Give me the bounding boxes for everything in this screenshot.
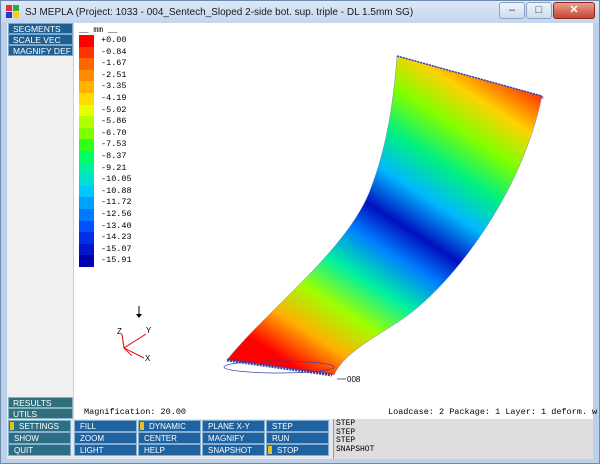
color-legend-bar — [79, 35, 94, 267]
legend-swatch — [79, 127, 94, 140]
color-legend-labels: +0.00 -0.84 -1.67 -2.51 -3.35 -4.19 -5.02 -5.86… — [101, 35, 132, 267]
magnification-text: Magnification: 20.00 — [84, 407, 187, 417]
legend-swatch — [79, 232, 94, 244]
legend-swatch — [79, 150, 94, 163]
legend-swatch — [79, 46, 94, 59]
app-window: SJ MEPLA (Project: 1033 - 004_Sentech_Sl… — [0, 0, 600, 464]
legend-swatch — [79, 69, 94, 82]
legend-swatch — [79, 162, 94, 175]
legend-value: -13.40 — [101, 220, 132, 231]
magnify-def-button[interactable]: MAGNIFY DEF — [8, 45, 73, 56]
legend-value: -1.67 — [101, 58, 127, 69]
app-logo-icon — [6, 5, 20, 19]
legend-swatch — [79, 243, 94, 256]
toolbar-col-0: SETTINGS SHOW QUIT — [7, 419, 74, 459]
legend-swatch — [79, 139, 94, 151]
legend-value: -9.21 — [101, 162, 127, 173]
fill-button[interactable]: FILL — [74, 420, 137, 432]
step-button[interactable]: STEP — [266, 420, 329, 432]
legend-value: -0.84 — [101, 46, 127, 57]
legend-swatch — [79, 208, 94, 221]
legend-swatch — [79, 197, 94, 209]
left-menu: SEGMENTS SCALE VEC MAGNIFY DEF RESULTS U… — [7, 23, 74, 419]
settings-button[interactable]: SETTINGS — [8, 420, 71, 432]
utils-button[interactable]: UTILS — [8, 408, 73, 419]
results-button[interactable]: RESULTS — [8, 397, 73, 408]
legend-value: -15.07 — [101, 243, 132, 254]
legend-swatch — [79, 58, 94, 70]
window-controls: – □ ✕ — [499, 2, 595, 19]
legend-value: -6.70 — [101, 127, 127, 138]
legend-swatch — [79, 220, 94, 233]
legend-value: +0.00 — [101, 35, 127, 45]
segments-button[interactable]: SEGMENTS — [8, 23, 73, 34]
legend-value: -8.37 — [101, 150, 127, 161]
log-line: SNAPSHOT — [336, 444, 375, 454]
loadcase-text: Loadcase: 2 Package: 1 Layer: 1 deform. … — [388, 407, 598, 417]
legend-swatch — [79, 255, 94, 267]
magnify-button[interactable]: MAGNIFY — [202, 432, 265, 444]
node-label: 008 — [347, 375, 361, 384]
bottom-toolbar: SETTINGS SHOW QUIT FILL ZOOM LIGHT DYNAM… — [7, 419, 593, 459]
snapshot-button[interactable]: SNAPSHOT — [202, 444, 265, 456]
legend-unit: __ mm __ — [79, 26, 118, 35]
plane-xy-button[interactable]: PLANE X-Y — [202, 420, 265, 432]
axis-y-label: Y — [146, 326, 152, 335]
legend-swatch — [79, 185, 94, 198]
maximize-button[interactable]: □ — [526, 2, 552, 19]
legend-value: -5.02 — [101, 104, 127, 115]
log-line: STEP — [336, 436, 356, 446]
run-button[interactable]: RUN — [266, 432, 329, 444]
axis-triad-icon: Z Y X — [117, 306, 152, 363]
legend-value: -12.56 — [101, 208, 132, 219]
legend-value: -10.88 — [101, 185, 132, 196]
legend-swatch — [79, 92, 94, 105]
title-bar[interactable]: SJ MEPLA (Project: 1033 - 004_Sentech_Sl… — [1, 1, 599, 23]
legend-value: -10.05 — [101, 174, 132, 185]
zoom-button[interactable]: ZOOM — [74, 432, 137, 444]
legend-swatch — [79, 116, 94, 128]
graphics-canvas[interactable]: __ mm __ +0.00 -0.84 -1.67 -2.51 -3.35 -4.19-… — [74, 23, 597, 419]
deformation-plot: 008 × — [223, 55, 544, 384]
legend-value: -15.91 — [101, 255, 132, 266]
close-button[interactable]: ✕ — [553, 2, 595, 19]
log-line: STEP — [336, 419, 356, 428]
minimize-button[interactable]: – — [499, 2, 525, 19]
window-title: SJ MEPLA (Project: 1033 - 004_Sentech_Sl… — [25, 6, 414, 18]
legend-swatch — [79, 81, 94, 93]
axis-x-label: X — [145, 354, 151, 363]
quit-button[interactable]: QUIT — [8, 444, 71, 456]
legend-value: -5.86 — [101, 116, 127, 127]
legend-value: -14.23 — [101, 232, 132, 243]
corner-marker-icon: × — [540, 95, 544, 102]
light-button[interactable]: LIGHT — [74, 444, 137, 456]
client-area: SEGMENTS SCALE VEC MAGNIFY DEF RESULTS U… — [7, 23, 597, 459]
stop-button[interactable]: STOP — [266, 444, 329, 456]
axis-z-label: Z — [117, 327, 122, 336]
legend-swatch — [79, 174, 94, 186]
log-line: STEP — [336, 427, 356, 437]
legend-value: -7.53 — [101, 139, 127, 150]
scale-vec-button[interactable]: SCALE VEC — [8, 34, 73, 45]
legend-value: -11.72 — [101, 197, 132, 208]
legend-swatch — [79, 35, 94, 47]
legend-swatch — [79, 104, 94, 117]
legend-value: -2.51 — [101, 69, 127, 80]
dynamic-button[interactable]: DYNAMIC — [138, 420, 201, 432]
legend-value: -4.19 — [101, 92, 127, 103]
legend-value: -3.35 — [101, 81, 127, 92]
show-button[interactable]: SHOW — [8, 432, 71, 444]
center-button[interactable]: CENTER — [138, 432, 201, 444]
help-button[interactable]: HELP — [138, 444, 201, 456]
message-log: STEP STEP STEP SNAPSHOT — [333, 419, 593, 459]
